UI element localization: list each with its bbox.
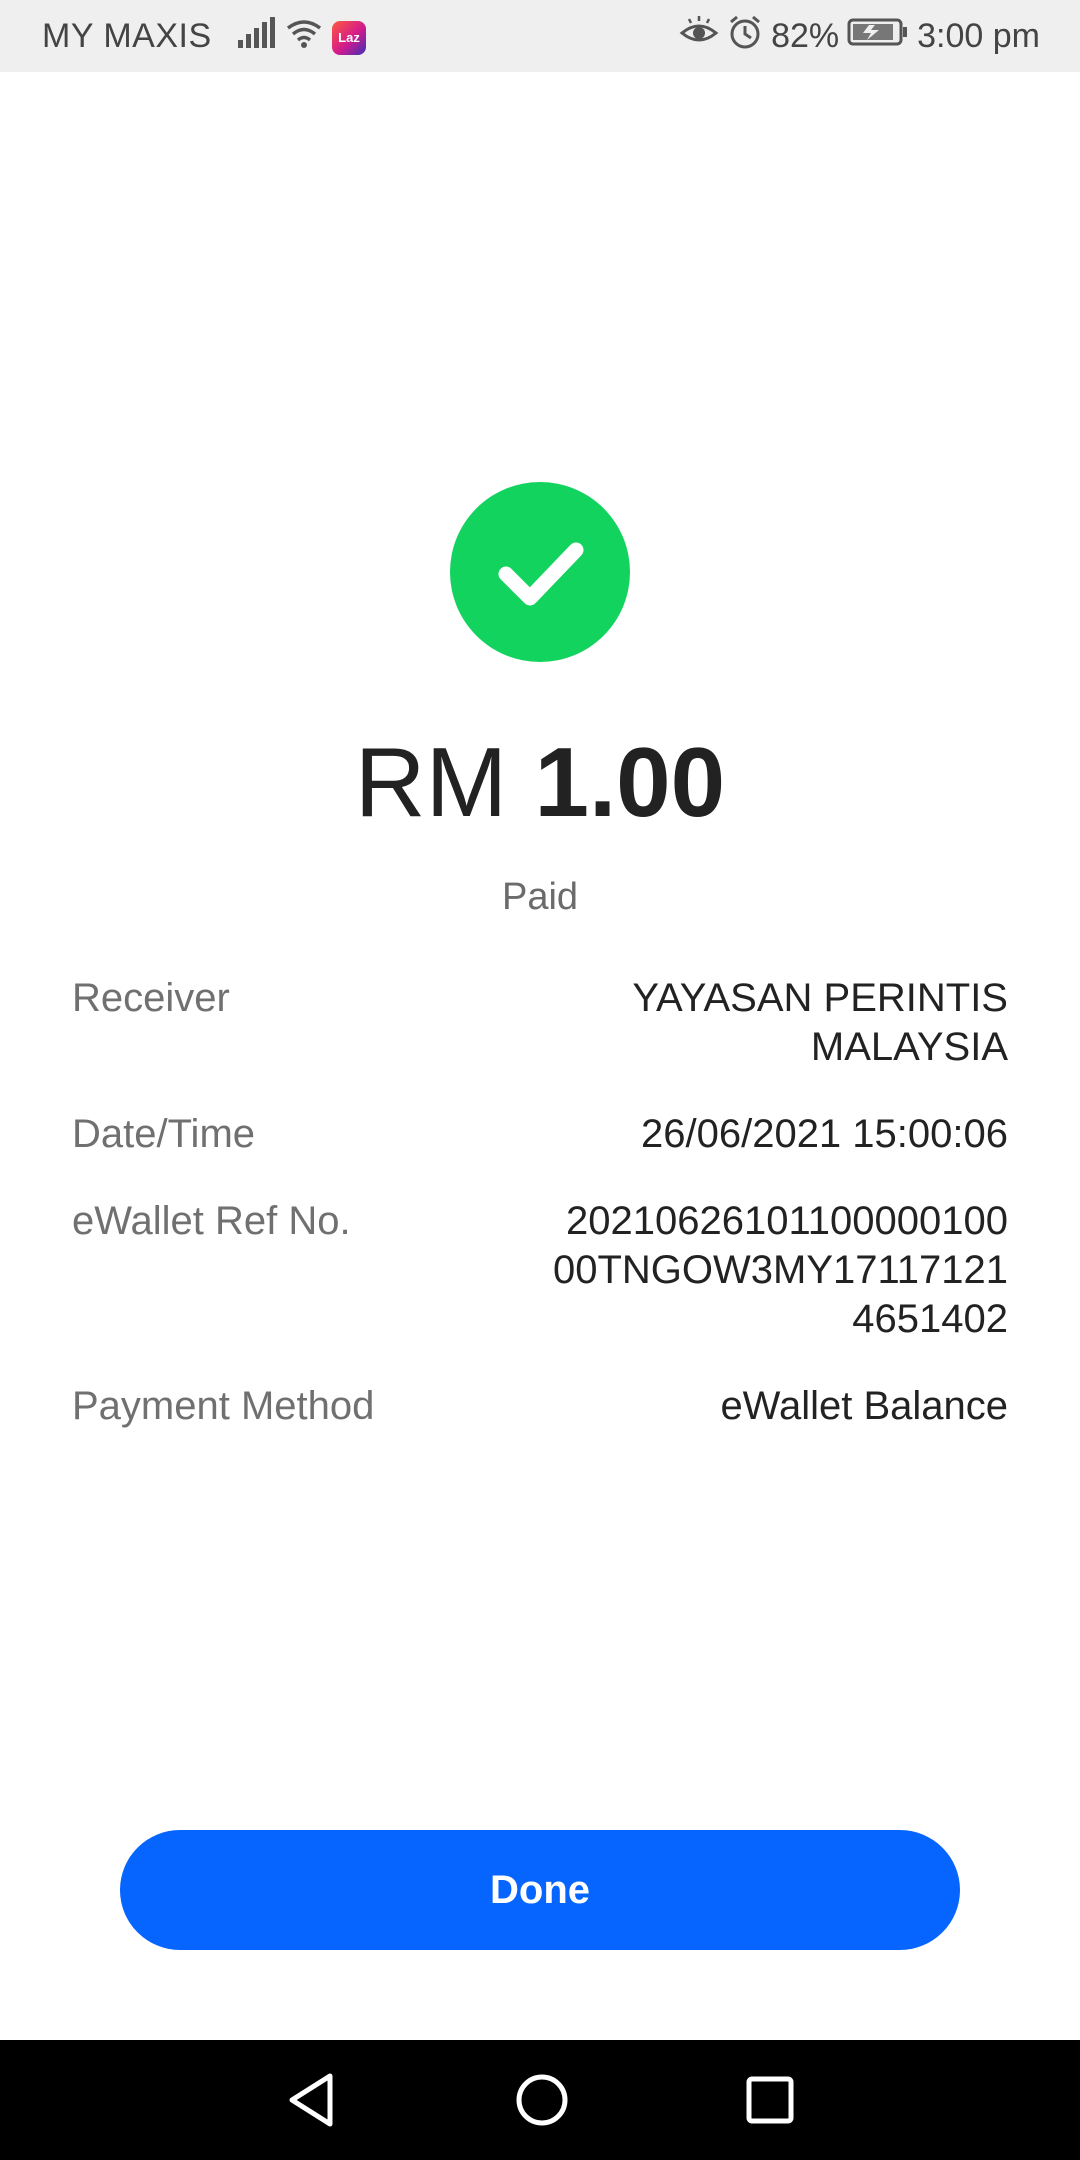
datetime-row: Date/Time 26/06/2021 15:00:06: [72, 1110, 1008, 1159]
battery-charging-icon: [847, 17, 909, 56]
home-icon[interactable]: [510, 2068, 574, 2137]
payment-status: Paid: [501, 876, 579, 918]
signal-icon: [236, 16, 276, 59]
amount-value: 1.00: [534, 727, 726, 837]
receiver-value: YAYASAN PERINTIS MALAYSIA: [632, 976, 1008, 1069]
status-icons-right: 82% 3:00 pm: [679, 14, 1040, 59]
alarm-icon: [727, 14, 763, 59]
success-check-icon: [450, 482, 630, 662]
datetime-label: Date/Time: [72, 1112, 256, 1156]
carrier-name: MY MAXIS: [42, 17, 212, 55]
lazada-app-icon: Laz: [332, 20, 366, 55]
battery-percent: 82%: [771, 17, 840, 55]
back-icon[interactable]: [282, 2068, 342, 2137]
status-bar: MY MAXIS Laz 82% 3:00 pm: [0, 0, 1080, 72]
eye-comfort-icon: [679, 15, 719, 58]
ref-row: eWallet Ref No. 20210626101100000100 00T…: [72, 1197, 1008, 1344]
clock-time: 3:00 pm: [917, 17, 1040, 55]
wifi-icon: [284, 16, 324, 59]
payment-amount: RM 1.00: [0, 722, 1080, 842]
receiver-label: Receiver: [72, 976, 230, 1020]
ref-label: eWallet Ref No.: [72, 1199, 351, 1243]
payment-method-label: Payment Method: [72, 1384, 375, 1428]
done-button[interactable]: Done: [120, 1830, 960, 1950]
payment-method-row: Payment Method eWallet Balance: [72, 1382, 1008, 1431]
payment-method-value: eWallet Balance: [720, 1384, 1008, 1428]
datetime-value: 26/06/2021 15:00:06: [640, 1112, 1008, 1156]
recents-icon[interactable]: [738, 2068, 802, 2137]
receiver-row: Receiver YAYASAN PERINTIS MALAYSIA: [72, 974, 1008, 1072]
transaction-details: Receiver YAYASAN PERINTIS MALAYSIA Date/…: [72, 974, 1008, 1469]
status-icons-left: Laz: [236, 16, 366, 59]
currency-label: RM: [354, 727, 508, 837]
navigation-bar: [0, 2040, 1080, 2160]
ref-value: 20210626101100000100 00TNGOW3MY171171214…: [552, 1199, 1008, 1341]
